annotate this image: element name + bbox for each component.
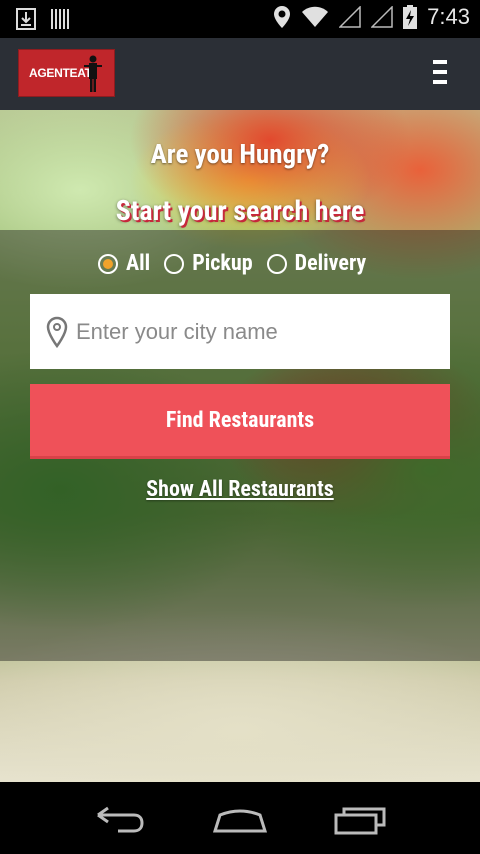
radio-pickup[interactable]: Pickup bbox=[164, 251, 253, 276]
city-input[interactable] bbox=[76, 318, 416, 345]
logo-text: AGENTEAT bbox=[29, 66, 92, 80]
signal-icon bbox=[339, 6, 361, 28]
radio-all-label: All bbox=[126, 251, 151, 276]
radio-all-circle[interactable] bbox=[98, 253, 118, 274]
radio-delivery[interactable]: Delivery bbox=[266, 251, 367, 276]
barcode-icon bbox=[51, 9, 69, 29]
app-bar: AGENTEAT bbox=[0, 38, 480, 110]
radio-pickup-label: Pickup bbox=[192, 251, 253, 276]
wifi-icon bbox=[302, 6, 329, 27]
map-pin-icon bbox=[46, 316, 68, 348]
radio-pickup-circle[interactable] bbox=[164, 253, 185, 274]
back-button[interactable] bbox=[90, 800, 150, 840]
signal-icon bbox=[371, 6, 393, 28]
hero-subtitle: Start your search here bbox=[115, 194, 365, 227]
hamburger-line bbox=[433, 80, 447, 84]
home-icon bbox=[212, 809, 268, 833]
hamburger-menu-icon bbox=[433, 60, 447, 64]
hamburger-line bbox=[433, 70, 447, 74]
radio-delivery-label: Delivery bbox=[294, 251, 367, 276]
download-icon bbox=[16, 8, 36, 30]
status-left-icons bbox=[16, 8, 70, 30]
hero-title: Are you Hungry? bbox=[150, 138, 330, 170]
back-icon bbox=[97, 806, 144, 833]
status-time: 7:43 bbox=[427, 4, 470, 29]
menu-button[interactable] bbox=[428, 60, 452, 88]
waiter-figure-icon bbox=[84, 55, 102, 92]
show-all-restaurants-link[interactable]: Show All Restaurants bbox=[0, 477, 480, 502]
system-nav-bar bbox=[0, 782, 480, 854]
city-search-field[interactable] bbox=[30, 294, 450, 369]
status-bar: 7:43 bbox=[0, 0, 480, 38]
recent-apps-icon bbox=[334, 807, 386, 835]
home-button[interactable] bbox=[210, 800, 270, 840]
location-icon bbox=[274, 6, 291, 28]
radio-all[interactable]: All bbox=[98, 251, 150, 276]
find-restaurants-button[interactable]: Find Restaurants bbox=[30, 384, 450, 459]
order-type-radio-group: All Pickup Delivery bbox=[98, 251, 372, 276]
radio-delivery-circle[interactable] bbox=[266, 253, 287, 274]
battery-charging-icon bbox=[403, 5, 418, 29]
recent-apps-button[interactable] bbox=[330, 800, 390, 840]
status-right-icons: 7:43 bbox=[273, 4, 470, 30]
brand-logo[interactable]: AGENTEAT bbox=[18, 49, 115, 97]
